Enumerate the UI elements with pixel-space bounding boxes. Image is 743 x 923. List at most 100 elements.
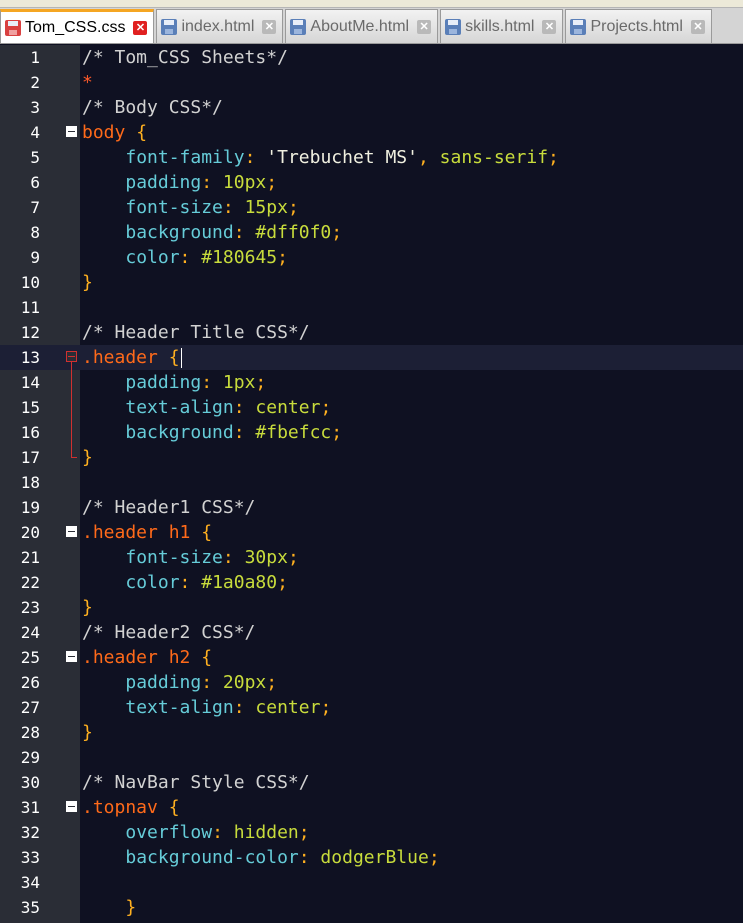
line-number: 20 [20, 523, 40, 542]
code-text: font-size: 30px; [125, 547, 299, 568]
code-line[interactable]: 20 .header h1 { [0, 520, 743, 545]
line-number: 3 [30, 98, 40, 117]
code-line[interactable]: 34 [0, 870, 743, 895]
code-text: .header h1 { [82, 522, 213, 543]
line-number: 29 [20, 748, 40, 767]
tab-projects-html[interactable]: Projects.html ✕ [565, 9, 712, 43]
line-number: 14 [20, 373, 40, 392]
line-number: 1 [30, 48, 40, 67]
code-text: } [125, 897, 137, 918]
toolbar-strip [0, 0, 743, 8]
line-number: 35 [20, 898, 40, 917]
code-line[interactable]: 32 overflow: hidden; [0, 820, 743, 845]
code-line[interactable]: 6 padding: 10px; [0, 170, 743, 195]
code-line[interactable]: 22 color: #1a0a80; [0, 570, 743, 595]
fold-toggle-icon[interactable] [66, 651, 77, 662]
line-number: 30 [20, 773, 40, 792]
code-line[interactable]: 29 [0, 745, 743, 770]
code-text: /* Header Title CSS*/ [82, 322, 310, 343]
line-number: 22 [20, 573, 40, 592]
code-text: } [82, 447, 93, 468]
line-number: 18 [20, 473, 40, 492]
code-line[interactable]: 1 /* Tom_CSS Sheets*/ [0, 45, 743, 70]
code-text: } [82, 722, 93, 743]
code-line[interactable]: 18 [0, 470, 743, 495]
code-text: overflow: hidden; [125, 822, 310, 843]
code-line[interactable]: 12 /* Header Title CSS*/ [0, 320, 743, 345]
tab-label: Tom_CSS.css [25, 19, 126, 36]
code-line[interactable]: 15 text-align: center; [0, 395, 743, 420]
code-line[interactable]: 14 padding: 1px; [0, 370, 743, 395]
line-number: 32 [20, 823, 40, 842]
code-line[interactable]: 26 padding: 20px; [0, 670, 743, 695]
fold-toggle-icon[interactable] [66, 801, 77, 812]
code-text: padding: 1px; [125, 372, 267, 393]
line-number: 12 [20, 323, 40, 342]
close-icon[interactable]: ✕ [133, 21, 148, 35]
tab-bar: Tom_CSS.css ✕ index.html ✕ AboutMe.html ✕ skil… [0, 0, 743, 44]
code-line[interactable]: 25 .header h2 { [0, 645, 743, 670]
tab-label: skills.html [465, 17, 535, 35]
line-number: 17 [20, 448, 40, 467]
code-text: color: #1a0a80; [125, 572, 288, 593]
code-line[interactable]: 16 background: #fbefcc; [0, 420, 743, 445]
code-line[interactable]: 7 font-size: 15px; [0, 195, 743, 220]
code-text: } [82, 272, 93, 293]
close-icon[interactable]: ✕ [262, 19, 277, 34]
code-line[interactable]: 11 [0, 295, 743, 320]
close-icon[interactable]: ✕ [690, 19, 705, 34]
save-icon [161, 18, 178, 36]
code-line[interactable]: 4 body { [0, 120, 743, 145]
code-editor[interactable]: 1/* Tom_CSS Sheets*/2 * 3 /* Body CSS*/4 bod… [0, 45, 743, 923]
code-text: font-size: 15px; [125, 197, 299, 218]
code-line[interactable]: 27 text-align: center; [0, 695, 743, 720]
line-number: 15 [20, 398, 40, 417]
code-text: padding: 10px; [125, 172, 278, 193]
code-line[interactable]: 35 } [0, 895, 743, 920]
close-icon[interactable]: ✕ [417, 19, 432, 34]
code-line[interactable]: 31 .topnav { [0, 795, 743, 820]
line-number: 13 [20, 348, 40, 367]
code-line[interactable]: 3 /* Body CSS*/ [0, 95, 743, 120]
line-number: 6 [30, 173, 40, 192]
code-line[interactable]: 8 background: #dff0f0; [0, 220, 743, 245]
tab-aboutme-html[interactable]: AboutMe.html ✕ [285, 9, 439, 43]
code-line[interactable]: 23} [0, 595, 743, 620]
code-text: /* Body CSS*/ [82, 97, 223, 118]
fold-toggle-icon[interactable] [66, 351, 77, 362]
close-icon[interactable]: ✕ [542, 19, 557, 34]
tab-skills-html[interactable]: skills.html ✕ [440, 9, 564, 43]
line-number: 34 [20, 873, 40, 892]
code-line[interactable]: 17} [0, 445, 743, 470]
code-line[interactable]: 5 font-family: 'Trebuchet MS', sans-seri… [0, 145, 743, 170]
code-text: /* Header1 CSS*/ [82, 497, 256, 518]
code-text: text-align: center; [125, 697, 332, 718]
code-text: /* Header2 CSS*/ [82, 622, 256, 643]
save-icon [290, 18, 307, 36]
code-line[interactable]: 21 font-size: 30px; [0, 545, 743, 570]
code-text: padding: 20px; [125, 672, 278, 693]
code-line[interactable]: 2 * [0, 70, 743, 95]
code-text: .topnav { [82, 797, 180, 818]
code-line[interactable]: 13 .header { [0, 345, 743, 370]
line-number: 2 [30, 73, 40, 92]
code-line[interactable]: 24 /* Header2 CSS*/ [0, 620, 743, 645]
code-line[interactable]: 10} [0, 270, 743, 295]
red-save-icon [5, 19, 21, 37]
tab-tom-css-css[interactable]: Tom_CSS.css ✕ [0, 9, 155, 43]
code-text: color: #180645; [125, 247, 288, 268]
fold-toggle-icon[interactable] [66, 126, 77, 137]
code-line[interactable]: 33 background-color: dodgerBlue; [0, 845, 743, 870]
code-line[interactable]: 19 /* Header1 CSS*/ [0, 495, 743, 520]
save-icon [570, 18, 587, 36]
line-number: 7 [30, 198, 40, 217]
tab-index-html[interactable]: index.html ✕ [156, 9, 284, 43]
code-line[interactable]: 30 /* NavBar Style CSS*/ [0, 770, 743, 795]
code-line[interactable]: 9 color: #180645; [0, 245, 743, 270]
code-area[interactable]: 1/* Tom_CSS Sheets*/2 * 3 /* Body CSS*/4 bod… [0, 45, 743, 920]
fold-toggle-icon[interactable] [66, 526, 77, 537]
line-number: 26 [20, 673, 40, 692]
line-number: 10 [20, 273, 40, 292]
code-text: font-family: 'Trebuchet MS', sans-serif; [125, 147, 559, 168]
code-line[interactable]: 28} [0, 720, 743, 745]
